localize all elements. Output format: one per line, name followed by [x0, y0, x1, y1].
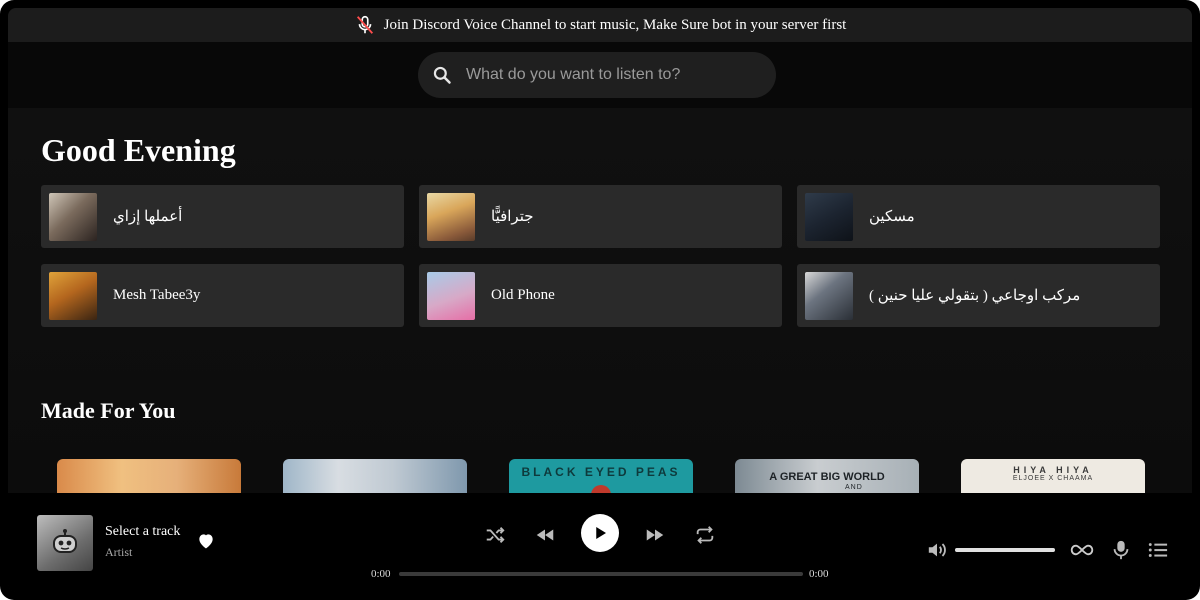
like-heart-icon[interactable]	[196, 531, 216, 551]
quick-pick-title: Old Phone	[491, 287, 555, 303]
made-for-you-row: BLACK EYED PEAS A GREAT BIG WORLD AND HI…	[57, 459, 1157, 493]
quick-picks-grid: أعملها إزاي جترافيًّا مسكين Mesh Tabee3y…	[41, 185, 1160, 327]
mix-card[interactable]: HIYA HIYA ELJOEE X CHAAMA	[961, 459, 1145, 493]
repeat-icon[interactable]	[693, 523, 717, 547]
quick-pick-card[interactable]: Old Phone	[419, 264, 782, 327]
mix-card[interactable]	[57, 459, 241, 493]
album-art	[805, 192, 853, 241]
mix-card-subtext: AND	[845, 484, 863, 491]
current-time: 0:00	[371, 568, 391, 580]
made-for-you-heading: Made For You	[41, 398, 176, 423]
main-content: Good Evening أعملها إزاي جترافيًّا مسكين…	[8, 108, 1192, 493]
track-title: Select a track	[105, 524, 181, 539]
greeting-heading: Good Evening	[41, 132, 236, 168]
app-window: Join Discord Voice Channel to start musi…	[8, 8, 1192, 592]
album-art	[49, 271, 97, 320]
mix-card-subtext: ELJOEE X CHAAMA	[1012, 475, 1094, 482]
album-art	[427, 271, 475, 320]
mix-card-text: HIYA HIYA	[1013, 465, 1093, 475]
quick-pick-card[interactable]: مركب اوجاعي ( بتقولي عليا حنين )	[797, 264, 1160, 327]
volume-fill	[955, 548, 1055, 552]
play-icon	[596, 527, 606, 539]
play-button[interactable]	[581, 514, 619, 552]
album-art	[427, 192, 475, 241]
quick-pick-card[interactable]: أعملها إزاي	[41, 185, 404, 248]
next-icon[interactable]	[643, 523, 667, 547]
mix-card-text: BLACK EYED PEAS	[521, 465, 681, 479]
robot-icon	[53, 529, 77, 553]
quick-pick-card[interactable]: Mesh Tabee3y	[41, 264, 404, 327]
quick-pick-card[interactable]: مسكين	[797, 185, 1160, 248]
album-art	[805, 271, 853, 320]
album-art	[49, 192, 97, 241]
banner-text: Join Discord Voice Channel to start musi…	[383, 16, 847, 33]
search-input[interactable]	[466, 66, 756, 84]
search-box[interactable]	[418, 52, 776, 98]
queue-list-icon[interactable]	[1146, 539, 1170, 561]
mic-off-icon	[354, 14, 376, 36]
voice-channel-banner: Join Discord Voice Channel to start musi…	[8, 8, 1192, 42]
search-icon	[432, 65, 452, 85]
previous-icon[interactable]	[533, 523, 557, 547]
app-frame: Join Discord Voice Channel to start musi…	[0, 0, 1200, 600]
volume-slider[interactable]	[955, 548, 1055, 552]
mix-card[interactable]: BLACK EYED PEAS	[509, 459, 693, 493]
mix-card[interactable]: A GREAT BIG WORLD AND	[735, 459, 919, 493]
quick-pick-title: مركب اوجاعي ( بتقولي عليا حنين )	[869, 288, 1081, 304]
quick-pick-title: مسكين	[869, 209, 915, 225]
infinity-icon[interactable]	[1070, 539, 1094, 561]
quick-pick-title: أعملها إزاي	[113, 209, 183, 225]
track-artist: Artist	[105, 545, 133, 559]
mix-card[interactable]	[283, 459, 467, 493]
player-bar: Select a track Artist 0:00 0:00	[8, 493, 1192, 592]
progress-bar[interactable]	[399, 572, 803, 576]
shuffle-icon[interactable]	[483, 523, 507, 547]
total-time: 0:00	[809, 568, 829, 580]
mix-card-text: A GREAT BIG WORLD	[769, 471, 885, 483]
now-playing-art	[37, 515, 93, 571]
quick-pick-card[interactable]: جترافيًّا	[419, 185, 782, 248]
artwork-shape	[591, 485, 611, 493]
quick-pick-title: جترافيًّا	[491, 209, 534, 225]
volume-icon[interactable]	[926, 540, 948, 560]
quick-pick-title: Mesh Tabee3y	[113, 287, 201, 303]
top-bar	[8, 42, 1192, 108]
microphone-icon[interactable]	[1109, 539, 1133, 561]
